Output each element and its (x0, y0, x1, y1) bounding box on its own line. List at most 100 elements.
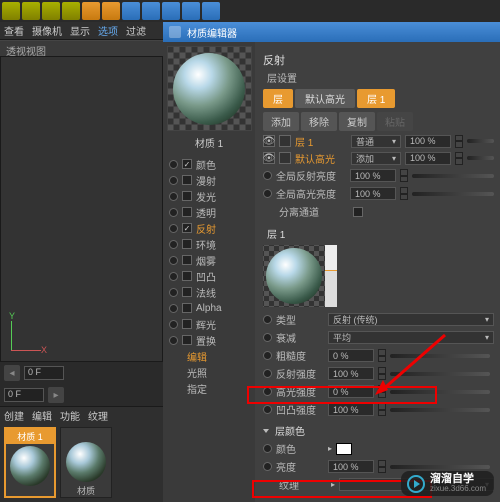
channel-environment[interactable]: 环境 (163, 236, 255, 252)
layer1-preview[interactable] (263, 245, 325, 307)
mat-tab-tex[interactable]: 纹理 (88, 408, 108, 423)
default-hl-mode-dropdown[interactable]: 添加 (351, 152, 401, 165)
global-spec-brightness[interactable]: 100 % (350, 187, 396, 200)
channel-bump[interactable]: 凹凸 (163, 268, 255, 284)
sphere-preview-icon (10, 446, 50, 486)
spec-strength-field[interactable]: 0 % (328, 385, 374, 398)
menu-options[interactable]: 选项 (98, 23, 118, 38)
add-button[interactable]: 添加 (263, 112, 299, 131)
tool-icon[interactable] (62, 2, 80, 20)
global-refl-slider[interactable] (412, 174, 494, 178)
channel-editor[interactable]: 编辑 (163, 348, 255, 364)
separate-channels-checkbox[interactable] (353, 207, 363, 217)
channel-color[interactable]: 颜色 (163, 156, 255, 172)
layer-color-heading[interactable]: 层颜色 (275, 423, 323, 438)
layer1-mode-dropdown[interactable]: 普通 (351, 135, 401, 148)
tool-icon[interactable] (2, 2, 20, 20)
spinner-icon[interactable] (455, 152, 463, 165)
menu-view[interactable]: 查看 (4, 23, 24, 38)
material-thumb-1[interactable]: 材质 1 (4, 427, 56, 498)
tool-icon[interactable] (182, 2, 200, 20)
layer1-opacity[interactable]: 100 % (405, 135, 451, 148)
refl-strength-field[interactable]: 100 % (328, 367, 374, 380)
layer-brightness-slider[interactable] (390, 465, 490, 469)
color-swatch[interactable] (336, 443, 352, 455)
tool-icon[interactable] (22, 2, 40, 20)
tool-icon[interactable] (162, 2, 180, 20)
layer-visibility-icon[interactable]: 👁 (263, 135, 275, 147)
spinner-icon[interactable] (378, 460, 386, 473)
tab-layer1[interactable]: 层 1 (357, 89, 395, 108)
tool-icon[interactable] (42, 2, 60, 20)
menu-filter[interactable]: 过滤 (126, 23, 146, 38)
radio-icon (263, 171, 272, 180)
channel-luminance[interactable]: 发光 (163, 188, 255, 204)
mat-tab-func[interactable]: 功能 (60, 408, 80, 423)
attenuation-dropdown[interactable]: 平均 (328, 331, 494, 344)
tool-icon[interactable] (122, 2, 140, 20)
material-name-label[interactable]: 材质 1 (163, 133, 255, 156)
bump-strength-slider[interactable] (390, 408, 490, 412)
timeline-next-icon[interactable]: ▸ (48, 387, 64, 403)
layer-visibility-icon[interactable]: 👁 (263, 152, 275, 164)
remove-button[interactable]: 移除 (301, 112, 337, 131)
bump-strength-field[interactable]: 100 % (328, 403, 374, 416)
disclosure-icon[interactable] (263, 429, 269, 433)
spinner-icon[interactable] (378, 367, 386, 380)
channel-alpha[interactable]: Alpha (163, 300, 255, 316)
channel-glow[interactable]: 辉光 (163, 316, 255, 332)
viewport-3d[interactable]: Y X (0, 56, 163, 362)
type-dropdown[interactable]: 反射 (传统) (328, 313, 494, 326)
radio-icon (263, 462, 272, 471)
mat-tab-create[interactable]: 创建 (4, 408, 24, 423)
editor-titlebar[interactable]: 材质编辑器 (163, 22, 500, 42)
tool-icon[interactable] (142, 2, 160, 20)
default-hl-opacity-slider[interactable] (467, 156, 494, 160)
tool-icon[interactable] (202, 2, 220, 20)
refl-strength-slider[interactable] (390, 372, 490, 376)
menu-camera[interactable]: 摄像机 (32, 23, 62, 38)
mat-tab-edit[interactable]: 编辑 (32, 408, 52, 423)
timeline-frame[interactable]: 0 F (24, 366, 64, 380)
menu-display[interactable]: 显示 (70, 23, 90, 38)
roughness-slider[interactable] (390, 354, 490, 358)
layer-type-icon[interactable] (279, 135, 291, 147)
channel-transparency[interactable]: 透明 (163, 204, 255, 220)
tool-icon[interactable] (102, 2, 120, 20)
channel-normal[interactable]: 法线 (163, 284, 255, 300)
radio-icon (263, 387, 272, 396)
channel-illumination[interactable]: 光照 (163, 364, 255, 380)
layer1-opacity-slider[interactable] (467, 139, 494, 143)
layer1-heading: 层 1 (263, 226, 494, 241)
global-spec-slider[interactable] (412, 192, 494, 196)
copy-button[interactable]: 复制 (339, 112, 375, 131)
spec-strength-slider[interactable] (390, 390, 490, 394)
spinner-icon[interactable] (378, 385, 386, 398)
roughness-field[interactable]: 0 % (328, 349, 374, 362)
channel-reflection[interactable]: 反射 (163, 220, 255, 236)
spinner-icon[interactable] (378, 403, 386, 416)
layer-brightness-field[interactable]: 100 % (328, 460, 374, 473)
channel-assignment[interactable]: 指定 (163, 380, 255, 396)
spinner-icon[interactable] (400, 169, 408, 182)
channel-diffuse[interactable]: 漫射 (163, 172, 255, 188)
timeline-prev-icon[interactable]: ◂ (4, 365, 20, 381)
timeline-end[interactable]: 0 F (4, 388, 44, 402)
layer1-name[interactable]: 层 1 (295, 134, 347, 149)
default-hl-opacity[interactable]: 100 % (405, 152, 451, 165)
falloff-strip[interactable] (325, 245, 337, 307)
tab-default-highlight[interactable]: 默认高光 (295, 89, 355, 108)
spinner-icon[interactable] (400, 187, 408, 200)
channel-fog[interactable]: 烟雾 (163, 252, 255, 268)
spinner-icon[interactable] (378, 349, 386, 362)
spinner-icon[interactable] (455, 135, 463, 148)
tab-layer[interactable]: 层 (263, 89, 293, 108)
tool-icon[interactable] (82, 2, 100, 20)
global-refl-brightness[interactable]: 100 % (350, 169, 396, 182)
layer-type-icon[interactable] (279, 152, 291, 164)
viewport-label: 透视视图 (0, 40, 163, 56)
material-thumb-2[interactable]: 材质 (60, 427, 112, 498)
default-hl-name[interactable]: 默认高光 (295, 151, 347, 166)
material-preview[interactable] (167, 46, 252, 131)
channel-displacement[interactable]: 置换 (163, 332, 255, 348)
